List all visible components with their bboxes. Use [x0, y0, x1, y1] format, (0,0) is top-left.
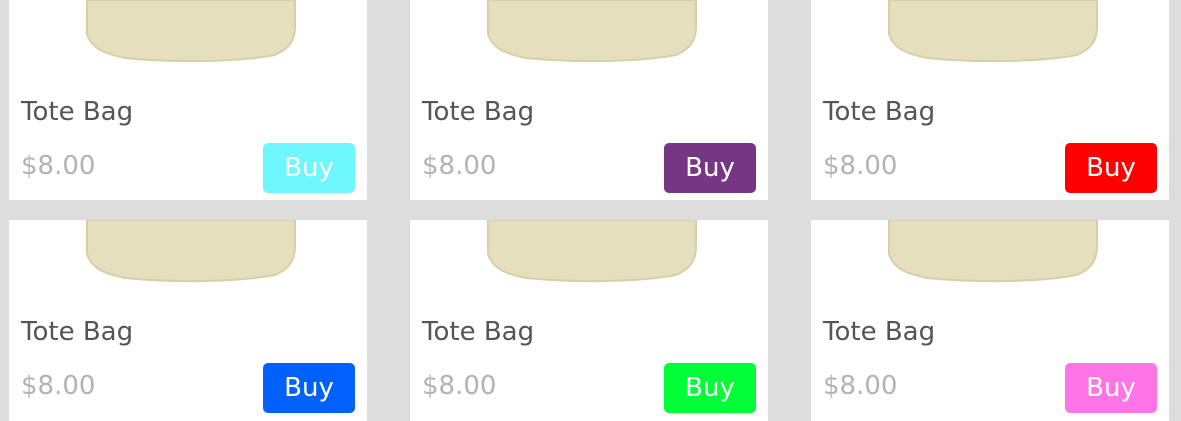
product-price: $8.00: [422, 151, 497, 181]
tote-bag-image: [839, 220, 1139, 306]
product-card: Tote Bag $8.00 Buy: [811, 220, 1169, 420]
product-title: Tote Bag: [823, 317, 936, 347]
product-card: Tote Bag $8.00 Buy: [811, 0, 1169, 200]
gutter-row: [0, 200, 1181, 220]
product-price: $8.00: [422, 371, 497, 401]
tote-bag-image: [37, 220, 337, 306]
buy-button[interactable]: Buy: [1065, 363, 1157, 413]
buy-button[interactable]: Buy: [664, 363, 756, 413]
product-title: Tote Bag: [422, 317, 535, 347]
product-price: $8.00: [21, 151, 96, 181]
product-price: $8.00: [21, 371, 96, 401]
product-title: Tote Bag: [21, 97, 134, 127]
product-title: Tote Bag: [21, 317, 134, 347]
product-title: Tote Bag: [422, 97, 535, 127]
buy-button[interactable]: Buy: [664, 143, 756, 193]
buy-button[interactable]: Buy: [263, 143, 355, 193]
product-card: Tote Bag $8.00 Buy: [410, 0, 768, 200]
product-card: Tote Bag $8.00 Buy: [410, 220, 768, 420]
buy-button[interactable]: Buy: [1065, 143, 1157, 193]
tote-bag-image: [438, 220, 738, 306]
product-card: Tote Bag $8.00 Buy: [9, 220, 367, 420]
product-card: Tote Bag $8.00 Buy: [9, 0, 367, 200]
product-price: $8.00: [823, 371, 898, 401]
tote-bag-image: [438, 0, 738, 86]
tote-bag-image: [839, 0, 1139, 86]
buy-button[interactable]: Buy: [263, 363, 355, 413]
tote-bag-image: [37, 0, 337, 86]
product-price: $8.00: [823, 151, 898, 181]
product-title: Tote Bag: [823, 97, 936, 127]
